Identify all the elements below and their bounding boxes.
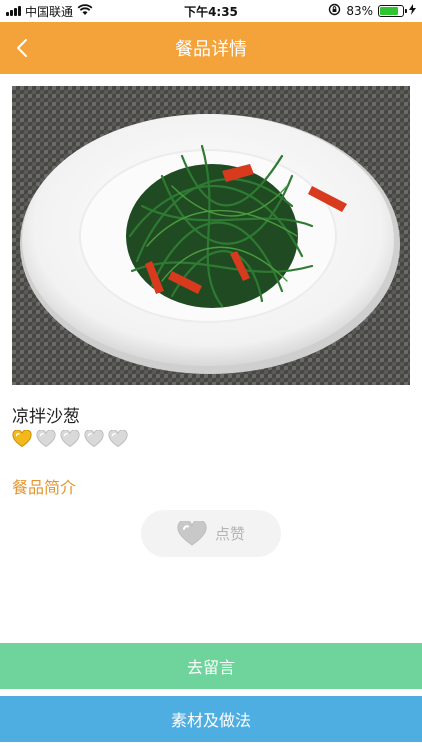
comment-button[interactable]: 去留言 [0, 643, 422, 689]
like-label: 点赞 [214, 525, 245, 543]
heart-empty-icon [60, 430, 80, 448]
recipe-button[interactable]: 素材及做法 [0, 696, 422, 742]
chevron-left-icon [17, 39, 27, 57]
rating-hearts [12, 430, 128, 448]
status-bar: 中国联通 下午4:35 83% [0, 0, 422, 22]
heart-filled-icon [12, 430, 32, 448]
wifi-icon [77, 3, 93, 19]
section-title-intro: 餐品简介 [12, 478, 77, 497]
heart-empty-icon [84, 430, 104, 448]
status-left: 中国联通 [6, 3, 93, 20]
battery-percent: 83% [346, 4, 373, 18]
dish-photo [12, 86, 410, 385]
heart-empty-icon [108, 430, 128, 448]
heart-icon [177, 520, 207, 546]
back-button[interactable] [6, 32, 38, 64]
carrier-label: 中国联通 [25, 4, 74, 19]
signal-icon [6, 6, 21, 16]
status-right: 83% [328, 3, 416, 19]
dish-name: 凉拌沙葱 [12, 407, 80, 427]
orientation-lock-icon [328, 3, 341, 19]
page-title: 餐品详情 [175, 39, 247, 60]
like-button[interactable]: 点赞 [141, 510, 281, 557]
charging-icon [409, 4, 416, 18]
nav-bar: 餐品详情 [0, 22, 422, 74]
heart-empty-icon [36, 430, 56, 448]
battery-icon [378, 5, 407, 17]
